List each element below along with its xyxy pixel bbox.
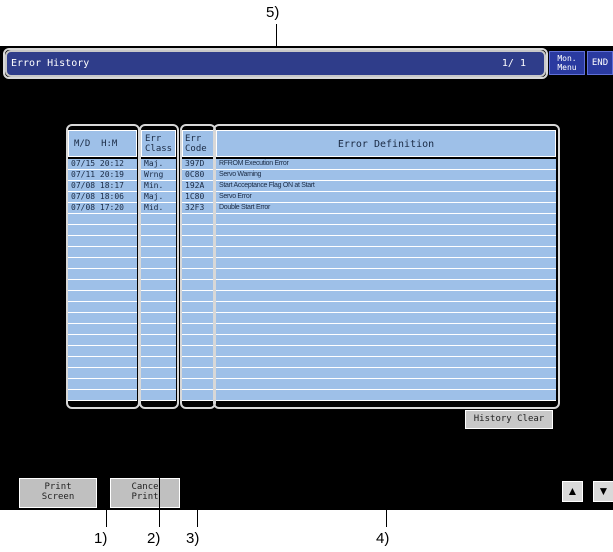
callout-leader-4 [386,409,387,527]
callout-leader-5 [276,24,277,48]
end-button[interactable]: END [587,51,613,75]
scroll-up-button[interactable]: ▲ [562,481,583,502]
callout-leader-2 [159,409,160,527]
callout-label-2: 2) [147,530,161,547]
print-screen-button[interactable]: Print Screen [19,478,97,508]
cancel-print-button[interactable]: Cance Print [110,478,180,508]
callout-label-3: 3) [186,530,200,547]
callout-frame-3 [180,124,216,409]
callout-leader-1 [106,409,107,527]
callout-leader-3 [197,409,198,527]
callout-label-1: 1) [94,530,108,547]
callout-frame-4 [213,124,560,409]
callout-label-5: 5) [266,4,280,21]
callout-label-4: 4) [376,530,390,547]
up-arrow-icon: ▲ [566,484,579,498]
down-arrow-icon: ▼ [597,484,610,498]
callout-frame-1 [66,124,140,409]
callout-frame-5 [3,48,548,79]
history-clear-button[interactable]: History Clear [465,410,553,429]
scroll-down-button[interactable]: ▼ [593,481,613,502]
monitor-menu-button[interactable]: Mon. Menu [549,51,585,75]
callout-frame-2 [139,124,179,409]
